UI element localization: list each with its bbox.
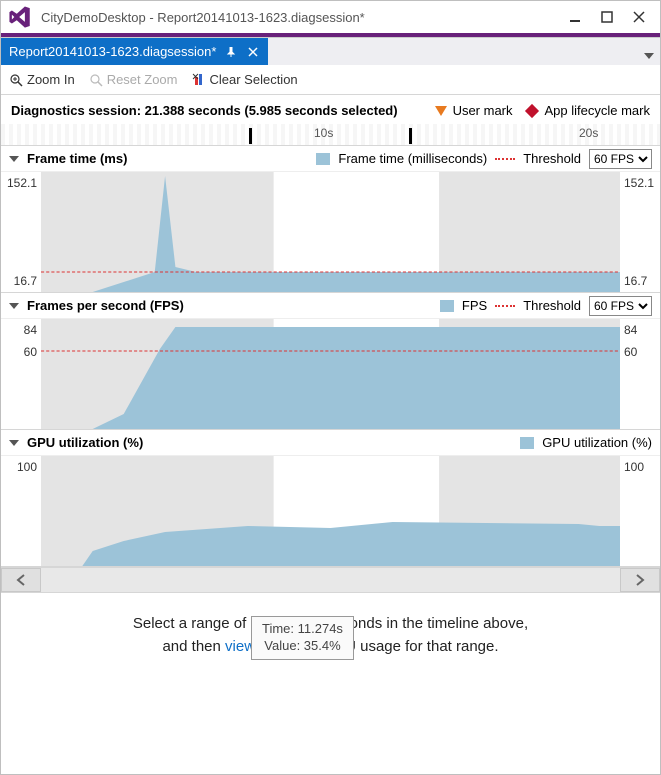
hover-tooltip: Time: 11.274s Value: 35.4% bbox=[251, 616, 354, 660]
threshold-swatch-icon bbox=[495, 158, 515, 160]
reset-zoom-label: Reset Zoom bbox=[107, 72, 178, 87]
tab-bar: Report20141013-1623.diagsession* bbox=[1, 37, 660, 65]
time-ruler[interactable]: 10s 20s bbox=[1, 124, 660, 146]
chart-header: Frames per second (FPS) FPS Threshold 60… bbox=[1, 293, 660, 319]
app-window: CityDemoDesktop - Report20141013-1623.di… bbox=[0, 0, 661, 775]
chart-plot[interactable] bbox=[41, 319, 620, 429]
series-swatch-icon bbox=[316, 153, 330, 165]
fps-threshold-select[interactable]: 60 FPS bbox=[589, 149, 652, 169]
chart-body[interactable]: 152.1 16.7 152.1 16.7 bbox=[1, 172, 660, 292]
ruler-marker bbox=[409, 128, 412, 144]
tab-close-button[interactable] bbox=[246, 45, 260, 59]
tab-label: Report20141013-1623.diagsession* bbox=[9, 44, 216, 59]
y-axis-right: 152.1 16.7 bbox=[620, 172, 660, 292]
y-axis-right: 100 bbox=[620, 456, 660, 566]
fps-threshold-select[interactable]: 60 FPS bbox=[589, 296, 652, 316]
clear-selection-label: Clear Selection bbox=[210, 72, 298, 87]
series-swatch-icon bbox=[440, 300, 454, 312]
clear-selection-button[interactable]: Clear Selection bbox=[192, 72, 298, 87]
session-info-text: Diagnostics session: 21.388 seconds (5.9… bbox=[11, 103, 435, 118]
series-swatch-icon bbox=[520, 437, 534, 449]
series-label: Frame time (milliseconds) bbox=[338, 151, 487, 166]
series-label: GPU utilization (%) bbox=[542, 435, 652, 450]
chart-plot[interactable] bbox=[41, 456, 620, 566]
tab-overflow-button[interactable] bbox=[644, 46, 654, 64]
tooltip-value: Value: 35.4% bbox=[262, 638, 343, 655]
maximize-button[interactable] bbox=[600, 10, 614, 24]
legend-marks: User mark App lifecycle mark bbox=[435, 103, 650, 118]
lifecycle-mark-icon bbox=[524, 103, 538, 117]
zoom-in-icon bbox=[9, 73, 23, 87]
window-controls bbox=[568, 10, 654, 24]
reset-zoom-icon bbox=[89, 73, 103, 87]
chart-title: Frames per second (FPS) bbox=[27, 298, 184, 313]
timeline-scrollbar bbox=[1, 567, 660, 593]
chart-plot[interactable] bbox=[41, 172, 620, 292]
chart-body[interactable]: 84 60 84 60 bbox=[1, 319, 660, 429]
threshold-swatch-icon bbox=[495, 305, 515, 307]
scroll-left-button[interactable] bbox=[1, 568, 41, 592]
diagnostics-toolbar: Zoom In Reset Zoom Clear Selection bbox=[1, 65, 660, 95]
chart-header: GPU utilization (%) GPU utilization (%) bbox=[1, 430, 660, 456]
title-bar: CityDemoDesktop - Report20141013-1623.di… bbox=[1, 1, 660, 33]
chart-section-gpu: GPU utilization (%) GPU utilization (%) … bbox=[1, 430, 660, 567]
close-button[interactable] bbox=[632, 10, 646, 24]
collapse-toggle[interactable] bbox=[9, 156, 19, 162]
y-axis-right: 84 60 bbox=[620, 319, 660, 429]
ruler-tick-label: 10s bbox=[314, 126, 333, 140]
lifecycle-mark-label: App lifecycle mark bbox=[545, 103, 650, 118]
document-tab[interactable]: Report20141013-1623.diagsession* bbox=[1, 38, 268, 65]
user-mark-icon bbox=[435, 106, 447, 116]
user-mark-label: User mark bbox=[453, 103, 513, 118]
y-axis-left: 84 60 bbox=[1, 319, 41, 429]
app-logo bbox=[7, 4, 33, 30]
clear-selection-icon bbox=[192, 73, 206, 87]
prompt-text: and then bbox=[162, 638, 225, 655]
y-axis-left: 100 bbox=[1, 456, 41, 566]
series-label: FPS bbox=[462, 298, 487, 313]
reset-zoom-button: Reset Zoom bbox=[89, 72, 178, 87]
chart-section-fps: Frames per second (FPS) FPS Threshold 60… bbox=[1, 293, 660, 430]
zoom-in-label: Zoom In bbox=[27, 72, 75, 87]
session-info-bar: Diagnostics session: 21.388 seconds (5.9… bbox=[1, 95, 660, 124]
scroll-right-button[interactable] bbox=[620, 568, 660, 592]
threshold-label: Threshold bbox=[523, 151, 581, 166]
ruler-marker bbox=[249, 128, 252, 144]
tooltip-time: Time: 11.274s bbox=[262, 621, 343, 638]
collapse-toggle[interactable] bbox=[9, 440, 19, 446]
ruler-tick-label: 20s bbox=[579, 126, 598, 140]
chart-title: Frame time (ms) bbox=[27, 151, 127, 166]
minimize-button[interactable] bbox=[568, 10, 582, 24]
scroll-track[interactable] bbox=[41, 568, 620, 592]
chart-header: Frame time (ms) Frame time (milliseconds… bbox=[1, 146, 660, 172]
collapse-toggle[interactable] bbox=[9, 303, 19, 309]
threshold-label: Threshold bbox=[523, 298, 581, 313]
chart-body[interactable]: 100 100 bbox=[1, 456, 660, 566]
window-title: CityDemoDesktop - Report20141013-1623.di… bbox=[41, 10, 568, 25]
y-axis-left: 152.1 16.7 bbox=[1, 172, 41, 292]
chart-section-frame-time: Frame time (ms) Frame time (milliseconds… bbox=[1, 146, 660, 293]
pin-icon[interactable] bbox=[224, 45, 238, 59]
zoom-in-button[interactable]: Zoom In bbox=[9, 72, 75, 87]
chart-title: GPU utilization (%) bbox=[27, 435, 143, 450]
